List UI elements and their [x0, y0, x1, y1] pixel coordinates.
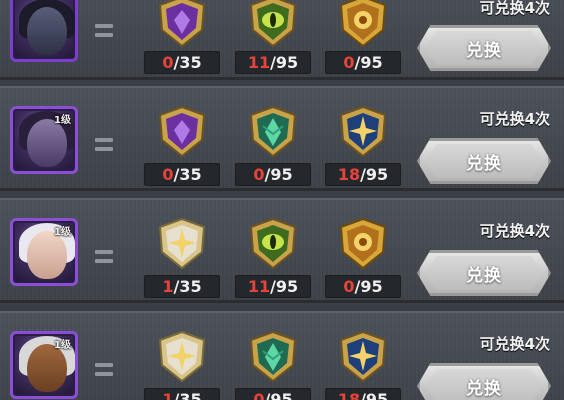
exchange-limit-label: 可兑换4次: [479, 110, 550, 128]
hero-portrait[interactable]: 1级: [10, 106, 78, 174]
blue-star-emblem-icon: [335, 329, 391, 385]
exchange-limit-label: 可兑换4次: [479, 335, 550, 353]
green-eye-emblem-icon: [245, 0, 301, 50]
exchange-list: 0/35 11/95 0/95 可兑换4次 兑换 1级 0/35 0/95 18…: [0, 0, 564, 400]
exchange-limit-label: 可兑换4次: [479, 222, 550, 240]
exchange-row: 0/35 11/95 0/95 可兑换4次 兑换: [0, 0, 564, 80]
requirement-count: 11/95: [235, 275, 311, 298]
hero-level: 1级: [54, 340, 71, 351]
exchange-button[interactable]: 兑换: [417, 138, 551, 184]
requirement-count: 0/95: [325, 51, 401, 74]
hero-portrait[interactable]: 1级: [10, 331, 78, 399]
exchange-row: 1级 1/35 0/95 18/95 可兑换4次 兑换: [0, 311, 564, 400]
gold-orb-emblem-icon: [335, 0, 391, 50]
equals-icon: [95, 138, 113, 152]
hero-portrait[interactable]: 1级: [10, 218, 78, 286]
hero-level: 1级: [54, 115, 71, 126]
exchange-button[interactable]: 兑换: [417, 363, 551, 400]
exchange-button[interactable]: 兑换: [417, 250, 551, 296]
requirement-count: 1/35: [144, 275, 220, 298]
purple-dark-emblem-icon: [154, 104, 210, 160]
requirement-count: 0/35: [144, 51, 220, 74]
requirement-count: 11/95: [235, 51, 311, 74]
requirement-count: 0/95: [235, 163, 311, 186]
equals-icon: [95, 363, 113, 377]
exchange-row: 1级 1/35 11/95 0/95 可兑换4次 兑换: [0, 198, 564, 303]
requirement-count: 18/95: [325, 163, 401, 186]
exchange-row: 1级 0/35 0/95 18/95 可兑换4次 兑换: [0, 86, 564, 191]
blue-star-emblem-icon: [335, 104, 391, 160]
requirement-count: 1/35: [144, 388, 220, 400]
purple-dark-emblem-icon: [154, 0, 210, 50]
hero-level: 1级: [54, 227, 71, 238]
equals-icon: [95, 24, 113, 38]
requirement-count: 0/95: [235, 388, 311, 400]
equals-icon: [95, 250, 113, 264]
hero-portrait[interactable]: [10, 0, 78, 62]
requirement-count: 0/35: [144, 163, 220, 186]
white-star-emblem-icon: [154, 216, 210, 272]
exchange-limit-label: 可兑换4次: [479, 0, 550, 17]
white-star-emblem-icon: [154, 329, 210, 385]
green-leaf-emblem-icon: [245, 104, 301, 160]
requirement-count: 18/95: [325, 388, 401, 400]
exchange-button[interactable]: 兑换: [417, 25, 551, 71]
gold-orb-emblem-icon: [335, 216, 391, 272]
requirement-count: 0/95: [325, 275, 401, 298]
green-leaf-emblem-icon: [245, 329, 301, 385]
green-eye-emblem-icon: [245, 216, 301, 272]
